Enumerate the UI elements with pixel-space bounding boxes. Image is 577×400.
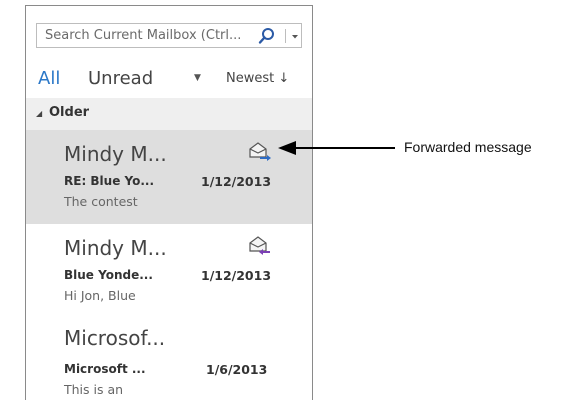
collapse-triangle-icon[interactable]: ◢ [36, 109, 42, 118]
message-item[interactable]: Mindy M... Blue Yonde... 1/12/2013 Hi Jo… [26, 224, 312, 318]
search-icon[interactable] [258, 27, 276, 45]
message-item[interactable]: Mindy M... RE: Blue Yo... 1/12/2013 The … [26, 130, 312, 224]
message-preview: Hi Jon, Blue [64, 288, 136, 303]
search-box[interactable]: Search Current Mailbox (Ctrl... [36, 23, 302, 48]
sort-order-button[interactable]: Newest ↓ [226, 71, 289, 86]
message-sender: Mindy M... [64, 236, 167, 260]
filter-bar: All Unread ▼ Newest ↓ [36, 68, 306, 92]
group-header-older[interactable]: ◢ Older [26, 98, 312, 130]
message-preview: This is an [64, 382, 124, 397]
message-subject: Blue Yonde... [64, 268, 153, 282]
filter-all-tab[interactable]: All [38, 68, 60, 89]
message-sender: Microsof... [64, 326, 166, 350]
message-sender: Mindy M... [64, 142, 167, 166]
message-preview: The contest [64, 194, 138, 209]
filter-unread-tab[interactable]: Unread [88, 68, 153, 89]
search-input[interactable]: Search Current Mailbox (Ctrl... [45, 28, 241, 43]
group-label: Older [49, 105, 90, 120]
message-date: 1/12/2013 [201, 268, 272, 283]
message-list-pane: Search Current Mailbox (Ctrl... All Unre… [25, 5, 313, 400]
message-date: 1/12/2013 [201, 174, 272, 189]
search-separator [285, 29, 286, 43]
replied-envelope-icon [249, 236, 270, 255]
filter-dropdown-icon[interactable]: ▼ [194, 73, 201, 83]
message-date: 1/6/2013 [206, 362, 268, 377]
message-subject: RE: Blue Yo... [64, 174, 155, 188]
chevron-down-icon[interactable] [290, 29, 300, 43]
figure-stage: Search Current Mailbox (Ctrl... All Unre… [0, 0, 577, 400]
callout-label: Forwarded message [404, 139, 532, 155]
forwarded-envelope-icon [249, 142, 271, 161]
message-subject: Microsoft ... [64, 362, 146, 376]
message-item[interactable]: Microsof... Microsoft ... 1/6/2013 This … [26, 314, 312, 400]
